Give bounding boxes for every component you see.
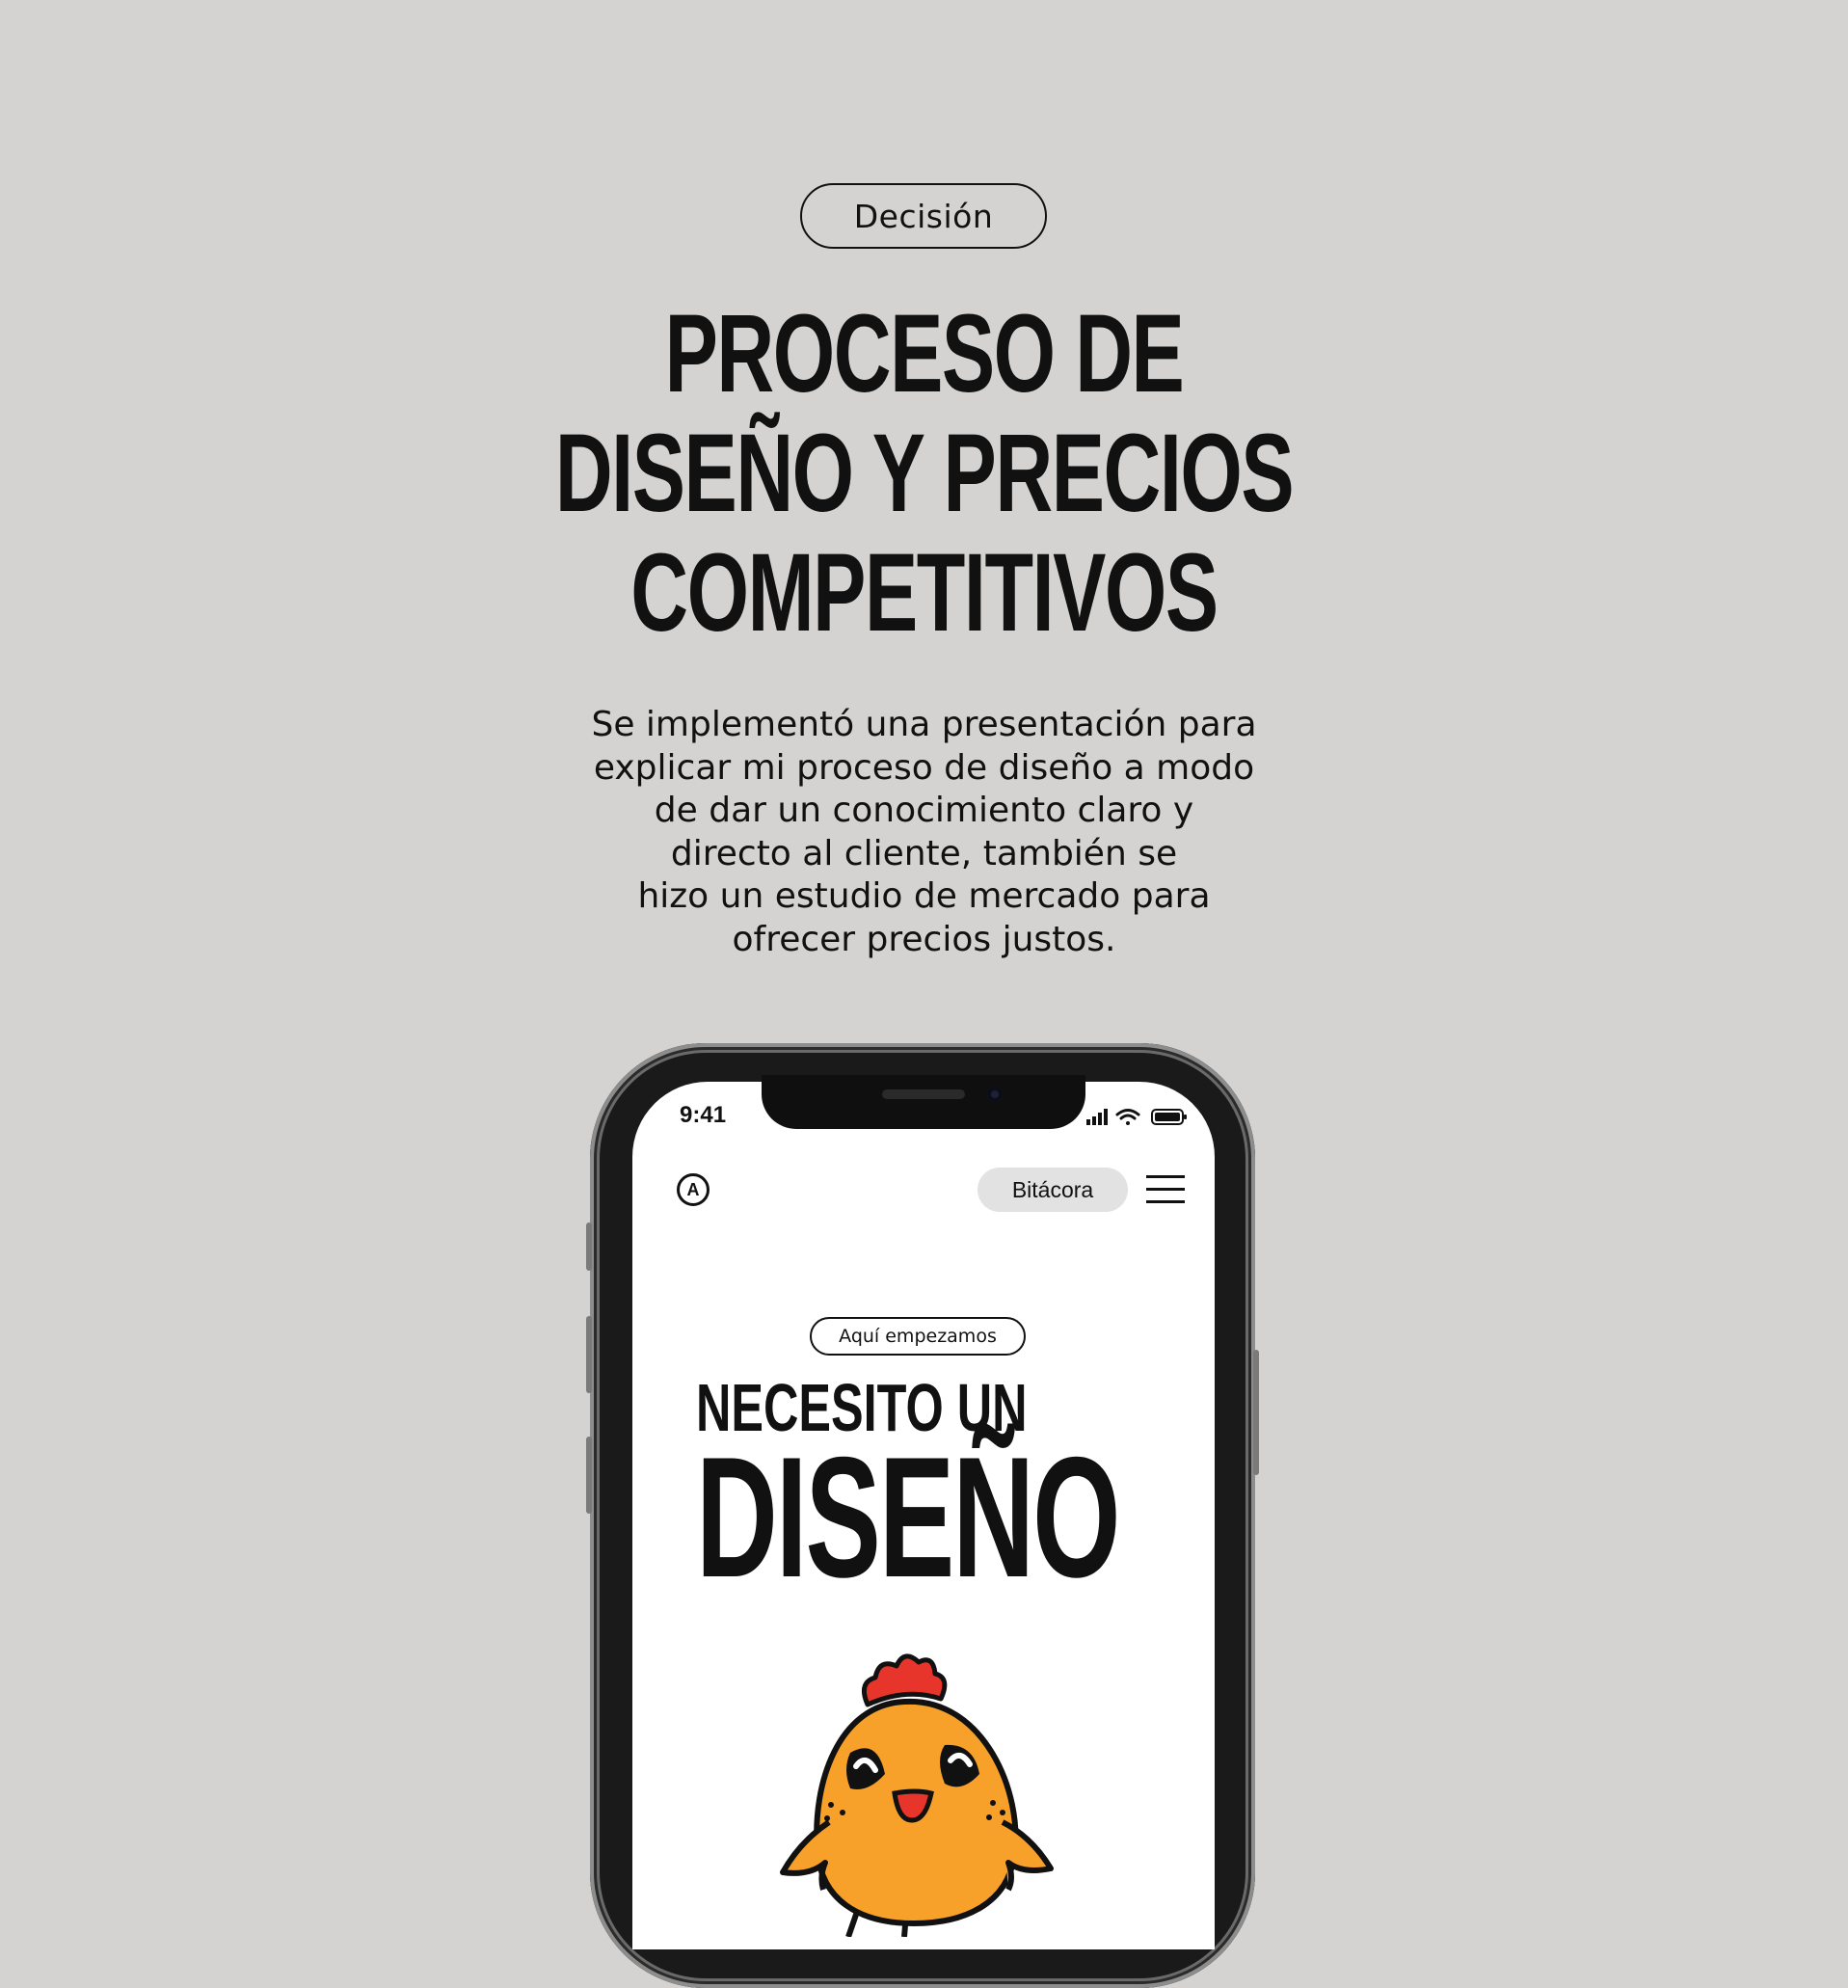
section-badge: Decisión bbox=[800, 183, 1047, 249]
speaker-grille bbox=[882, 1089, 965, 1099]
wifi-icon bbox=[1115, 1109, 1140, 1125]
status-time: 9:41 bbox=[680, 1102, 727, 1128]
description-line: explicar mi proceso de diseño a modo bbox=[593, 747, 1255, 788]
mascot-comb bbox=[861, 1653, 948, 1707]
description-line: ofrecer precios justos. bbox=[732, 919, 1116, 959]
bitacora-button[interactable]: Bitácora bbox=[978, 1168, 1128, 1212]
mascot-wing-left bbox=[780, 1819, 831, 1891]
hamburger-menu-icon[interactable] bbox=[1146, 1175, 1185, 1204]
phone-volume-down bbox=[586, 1437, 592, 1514]
logo-icon[interactable]: A bbox=[677, 1173, 710, 1206]
signal-icon bbox=[1086, 1109, 1108, 1125]
battery-icon bbox=[1151, 1109, 1187, 1125]
headline-line-1: PROCESO DE bbox=[664, 292, 1185, 416]
status-icons bbox=[1086, 1109, 1187, 1125]
description-line: Se implementó una presentación para bbox=[591, 705, 1257, 744]
description-paragraph: Se implementó una presentación para expl… bbox=[511, 704, 1337, 961]
phone-notch bbox=[762, 1075, 1085, 1129]
tag-pill: Aquí empezamos bbox=[810, 1317, 1026, 1356]
chick-mascot bbox=[780, 1653, 1054, 1937]
page-headline: PROCESO DE DISEÑO Y PRECIOS COMPETITIVOS bbox=[0, 294, 1848, 653]
mascot-wing-right bbox=[1001, 1819, 1054, 1892]
phone-mute-switch bbox=[586, 1222, 592, 1271]
headline-line-2: DISEÑO Y PRECIOS bbox=[554, 412, 1295, 535]
description-line: hizo un estudio de mercado para bbox=[637, 876, 1211, 916]
hero-title-line-2: DISEÑO bbox=[696, 1421, 1121, 1613]
description-line: directo al cliente, también se bbox=[670, 833, 1178, 873]
front-camera bbox=[987, 1087, 1003, 1102]
description-line: de dar un conocimiento claro y bbox=[654, 791, 1194, 830]
headline-line-3: COMPETITIVOS bbox=[630, 531, 1219, 655]
phone-volume-up bbox=[586, 1316, 592, 1393]
phone-power-button bbox=[1253, 1350, 1259, 1475]
